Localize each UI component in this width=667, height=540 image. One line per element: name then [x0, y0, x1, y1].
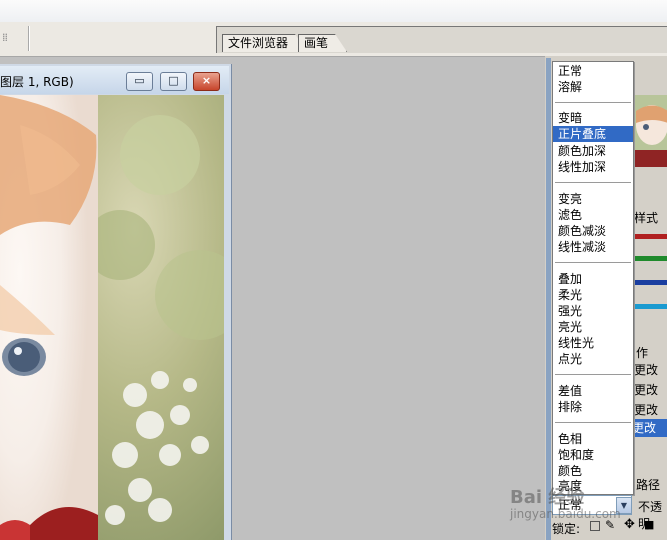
watermark-url: jingyan.baidu.com: [510, 507, 621, 521]
paths-tab[interactable]: 路径: [636, 476, 660, 493]
blend-mode-option[interactable]: 饱和度: [553, 447, 633, 463]
navigator-thumbnail: [632, 95, 667, 167]
blend-mode-option[interactable]: 柔光: [553, 287, 633, 303]
navigator-preview[interactable]: [632, 95, 667, 167]
swatch-red[interactable]: [634, 234, 667, 239]
watermark-text: Bai 经验: [510, 487, 585, 508]
blend-mode-option[interactable]: 强光: [553, 303, 633, 319]
history-item[interactable]: 更改: [634, 361, 658, 378]
menu-separator: [555, 374, 631, 375]
blend-mode-option[interactable]: 颜色: [553, 463, 633, 479]
history-item[interactable]: 更改: [634, 401, 658, 418]
minimize-button[interactable]: ▭: [126, 72, 153, 91]
history-item-selected[interactable]: 更改: [632, 419, 667, 437]
swatch-green[interactable]: [634, 256, 667, 261]
tab-file-browser[interactable]: 文件浏览器: [222, 34, 307, 52]
blend-mode-option[interactable]: 差值: [553, 383, 633, 399]
close-button[interactable]: ×: [193, 72, 220, 91]
swatch-cyan[interactable]: [634, 304, 667, 309]
blend-mode-option[interactable]: 叠加: [553, 271, 633, 287]
blend-mode-option[interactable]: 排除: [553, 399, 633, 415]
swatch-blue[interactable]: [634, 280, 667, 285]
menu-separator: [555, 182, 631, 183]
menu-separator: [555, 102, 631, 103]
actions-tab[interactable]: 作: [636, 344, 648, 361]
panel-dock-edge: [546, 58, 551, 540]
lock-icon[interactable]: ■: [644, 518, 654, 531]
history-item[interactable]: 更改: [634, 381, 658, 398]
blend-mode-option[interactable]: 变暗: [553, 110, 633, 126]
maximize-button[interactable]: □: [160, 72, 187, 91]
blend-mode-option[interactable]: 点光: [553, 351, 633, 367]
blend-mode-option[interactable]: 溶解: [553, 79, 633, 95]
menu-bar: [0, 0, 667, 23]
blend-mode-option[interactable]: 亮光: [553, 319, 633, 335]
blend-mode-option-selected[interactable]: 正片叠底: [553, 126, 633, 142]
menu-separator: [555, 422, 631, 423]
menu-separator: [555, 262, 631, 263]
blend-mode-option[interactable]: 线性加深: [553, 159, 633, 175]
blend-mode-option[interactable]: 色相: [553, 431, 633, 447]
blend-mode-option[interactable]: 颜色加深: [553, 143, 633, 159]
styles-tab[interactable]: 样式: [634, 209, 658, 226]
document-title: 图层 1, RGB): [0, 75, 74, 89]
blend-mode-option[interactable]: 正常: [553, 63, 633, 79]
blend-mode-option[interactable]: 线性光: [553, 335, 633, 351]
baidu-watermark: Bai 经验 jingyan.baidu.com: [510, 483, 630, 523]
image-canvas[interactable]: [0, 95, 224, 540]
blend-mode-option[interactable]: 变亮: [553, 191, 633, 207]
blend-mode-option[interactable]: 线性减淡: [553, 239, 633, 255]
blend-mode-option[interactable]: 滤色: [553, 207, 633, 223]
kitten-photo: [0, 95, 224, 540]
toolbar-separator: [28, 26, 30, 51]
toolbar-grip[interactable]: ⁞⁞: [2, 31, 8, 44]
blend-mode-option[interactable]: 颜色减淡: [553, 223, 633, 239]
